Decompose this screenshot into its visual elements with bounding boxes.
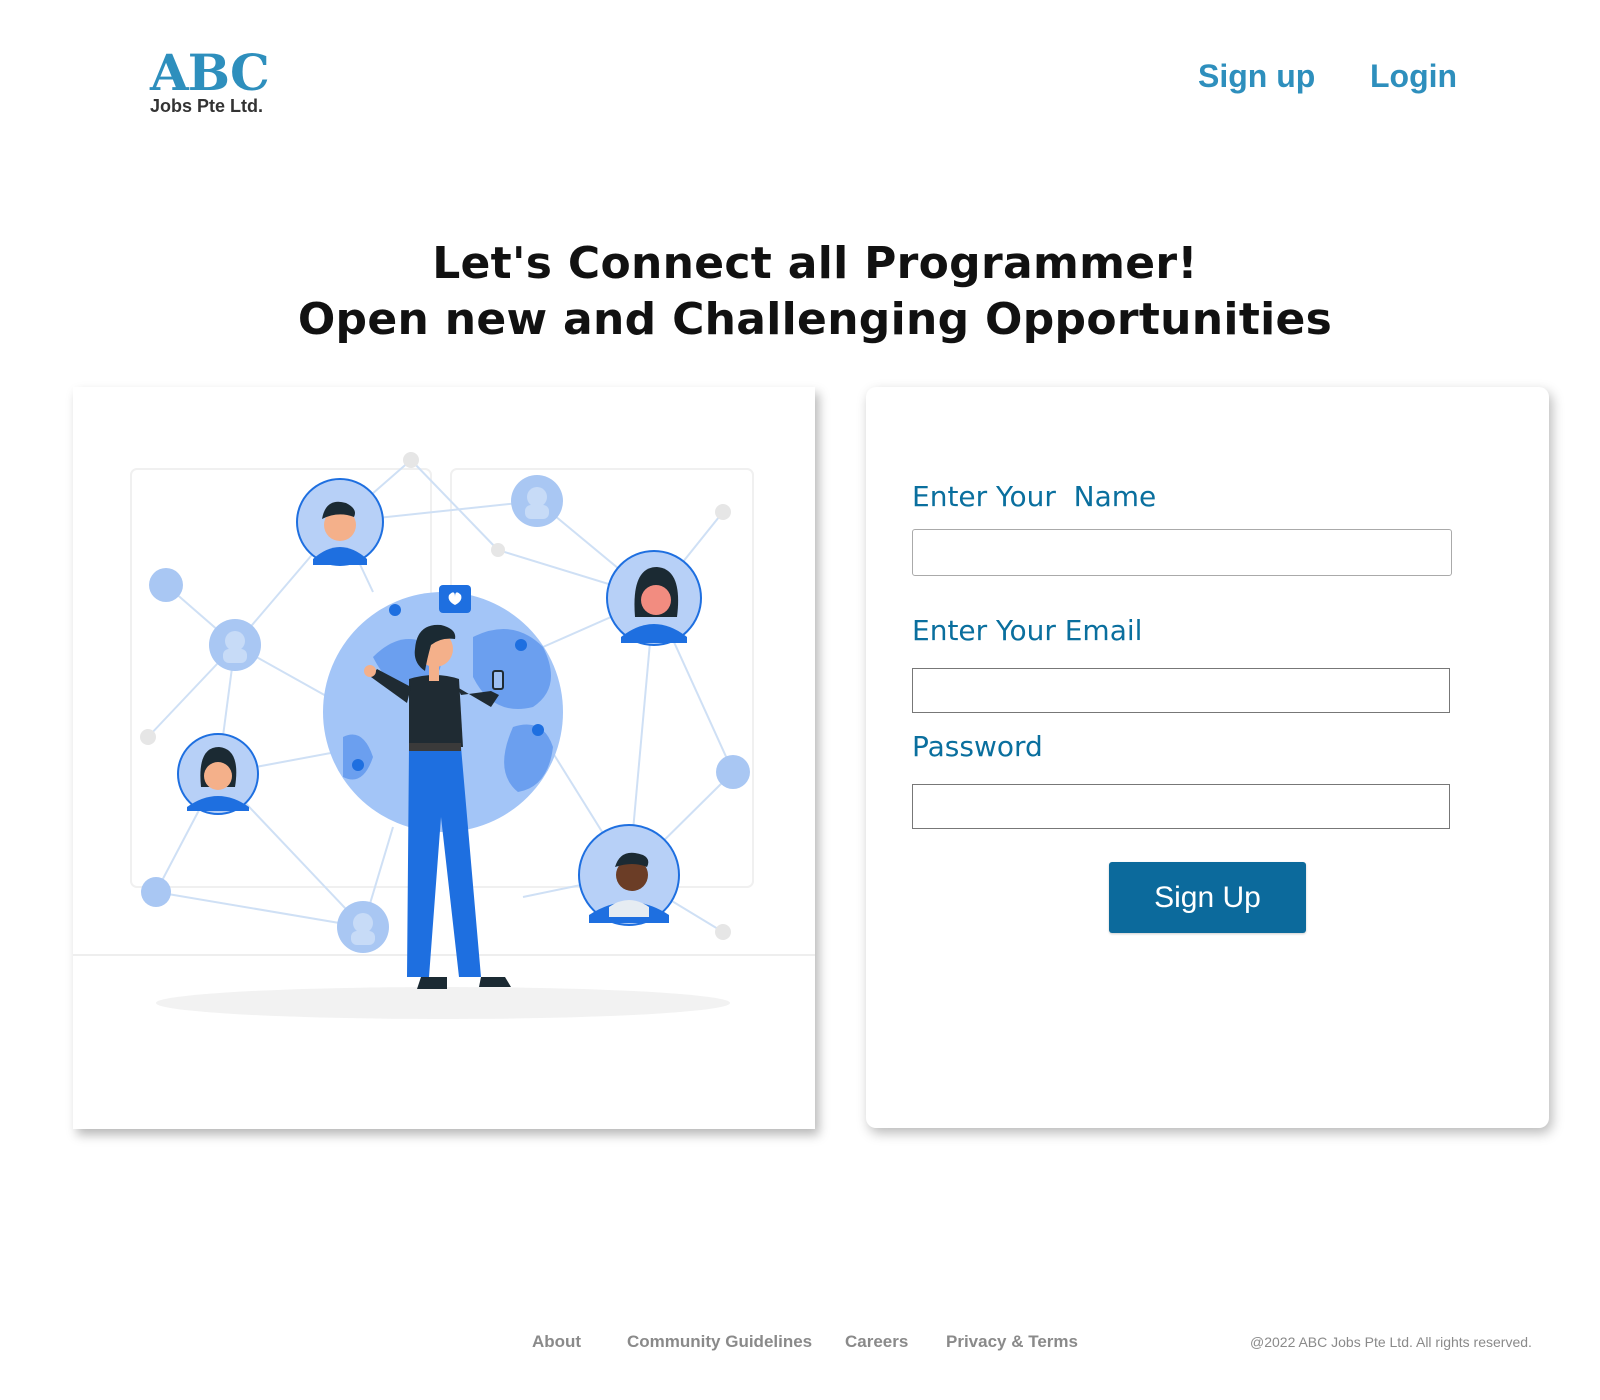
footer-about-link[interactable]: About <box>532 1332 581 1352</box>
password-label: Password <box>912 730 1043 763</box>
name-label: Enter Your Name <box>912 480 1157 513</box>
hero-line-1: Let's Connect all Programmer! <box>432 238 1198 289</box>
password-input[interactable] <box>912 784 1450 829</box>
signup-form-card: Enter Your Name Enter Your Email Passwor… <box>866 387 1549 1128</box>
footer-privacy-terms-link[interactable]: Privacy & Terms <box>946 1332 1078 1352</box>
brand-name: ABC <box>150 43 270 102</box>
nav-signup-link[interactable]: Sign up <box>1198 58 1315 95</box>
brand-subtitle: Jobs Pte Ltd. <box>150 96 264 116</box>
email-label: Enter Your Email <box>912 614 1143 647</box>
signup-submit-button[interactable]: Sign Up <box>1109 862 1306 933</box>
footer-community-guidelines-link[interactable]: Community Guidelines <box>627 1332 812 1352</box>
hero-line-2: Open new and Challenging Opportunities <box>297 294 1333 345</box>
nav-login-link[interactable]: Login <box>1370 58 1457 95</box>
email-input[interactable] <box>912 668 1450 713</box>
footer-careers-link[interactable]: Careers <box>845 1332 908 1352</box>
name-input[interactable] <box>912 529 1452 576</box>
hero-heading: Let's Connect all Programmer! Open new a… <box>0 236 1600 348</box>
brand-logo[interactable]: ABC Jobs Pte Ltd. <box>150 44 280 124</box>
network-illustration <box>73 452 815 1019</box>
copyright-text: @2022 ABC Jobs Pte Ltd. All rights reser… <box>1250 1334 1532 1350</box>
illustration-card <box>73 387 815 1129</box>
